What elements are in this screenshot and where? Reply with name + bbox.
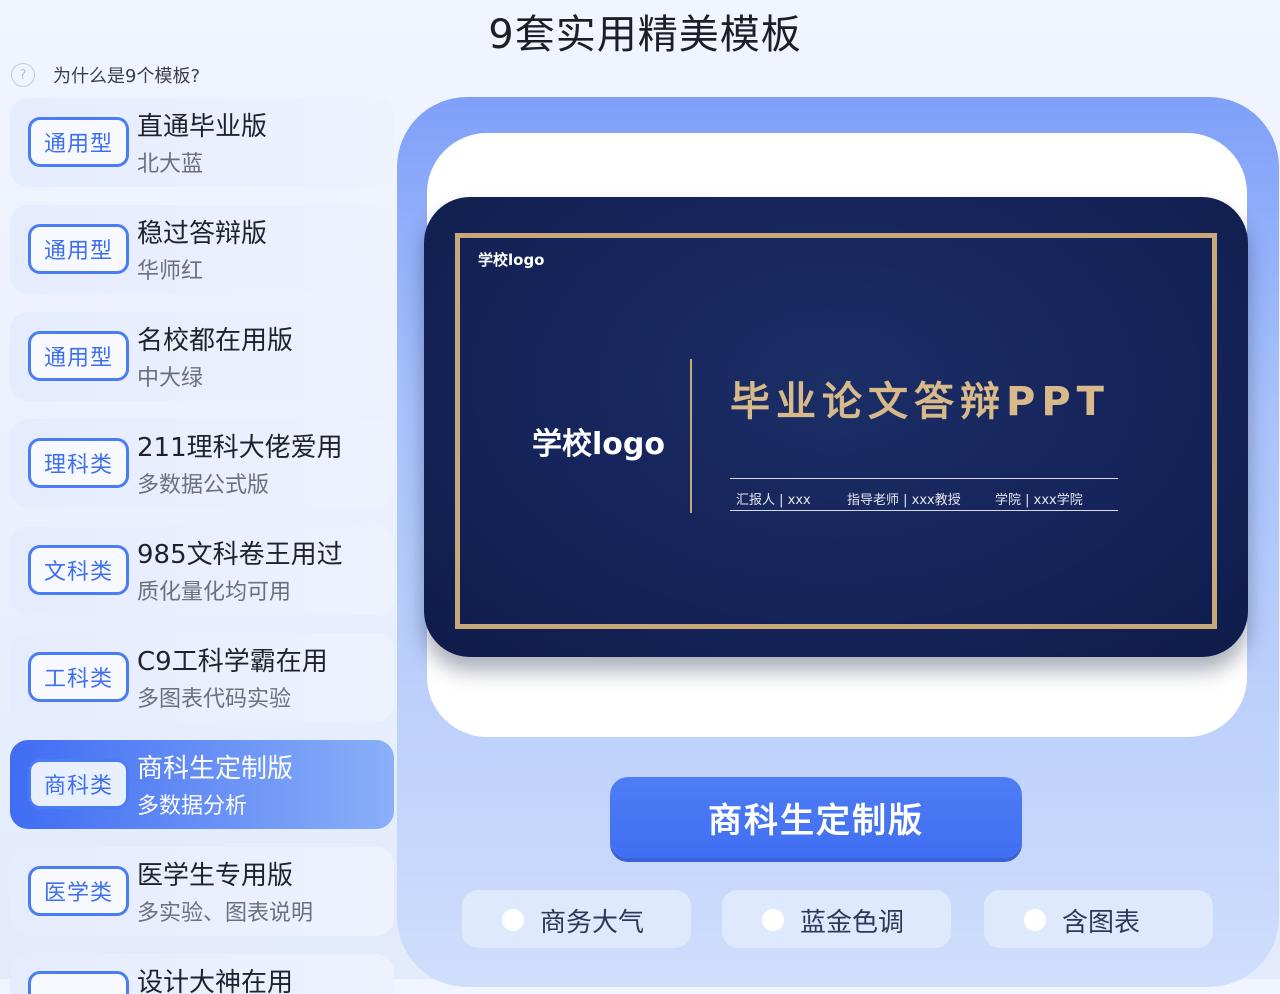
template-subtitle: 多图表代码实验: [137, 687, 292, 712]
feature-label: 含图表: [1062, 908, 1141, 938]
slide-meta-advisor: 指导老师 | xxx教授: [847, 493, 961, 508]
preview-panel: 学校logo 学校logo 毕业论文答辩PPT 汇报人 | xxx 指导老师 |…: [397, 97, 1279, 987]
template-subtitle: 多实验、图表说明: [137, 901, 314, 926]
template-title: 直通毕业版: [137, 112, 268, 142]
bullet-dot-icon: [762, 909, 784, 931]
bullet-dot-icon: [1024, 909, 1046, 931]
template-subtitle: 多数据公式版: [137, 473, 270, 498]
template-card[interactable]: 通用型 直通毕业版 北大蓝: [10, 98, 394, 187]
category-tag: 通用型: [28, 117, 129, 167]
template-card[interactable]: 通用型 名校都在用版 中大绿: [10, 312, 394, 401]
template-subtitle: 华师红: [137, 259, 204, 284]
template-title: 设计大神在用: [137, 968, 294, 994]
template-subtitle: 质化量化均可用: [137, 580, 292, 605]
category-tag: 通用型: [28, 331, 129, 381]
template-subtitle: 多数据分析: [137, 794, 248, 819]
template-subtitle: 北大蓝: [137, 152, 204, 177]
template-card[interactable]: 理科类 211理科大佬爱用 多数据公式版: [10, 419, 394, 508]
selected-template-button[interactable]: 商科生定制版: [610, 777, 1022, 858]
slide-logo-big: 学校logo: [532, 427, 665, 462]
template-title: C9工科学霸在用: [137, 647, 328, 677]
help-circle-icon: ?: [11, 63, 35, 87]
slide-logo-small: 学校logo: [478, 251, 545, 269]
feature-label: 蓝金色调: [800, 908, 905, 938]
category-tag: 商科类: [28, 759, 129, 809]
preview-frame: 学校logo 学校logo 毕业论文答辩PPT 汇报人 | xxx 指导老师 |…: [424, 133, 1248, 737]
why-label: 为什么是9个模板?: [53, 66, 201, 87]
template-title: 211理科大佬爱用: [137, 433, 343, 463]
slide-rule-top: [730, 478, 1118, 479]
template-title: 商科生定制版: [137, 754, 294, 784]
template-title: 名校都在用版: [137, 326, 294, 356]
why-nine-templates-link[interactable]: ? 为什么是9个模板?: [11, 61, 200, 89]
slide-preview: 学校logo 学校logo 毕业论文答辩PPT 汇报人 | xxx 指导老师 |…: [424, 197, 1248, 657]
slide-meta-college: 学院 | xxx学院: [995, 493, 1083, 508]
feature-label: 商务大气: [540, 908, 645, 938]
template-title: 医学生专用版: [137, 861, 294, 891]
slide-title: 毕业论文答辩PPT: [730, 379, 1110, 425]
feature-chip: 商务大气: [462, 890, 691, 948]
template-title: 985文科卷王用过: [137, 540, 343, 570]
slide-divider: [690, 359, 692, 513]
page-title: 9套实用精美模板: [488, 12, 802, 58]
feature-chip: 含图表: [984, 890, 1213, 948]
template-card-selected[interactable]: 商科类 商科生定制版 多数据分析: [10, 740, 394, 829]
template-card[interactable]: 设计大神在用: [10, 954, 394, 994]
category-tag: 工科类: [28, 652, 129, 702]
category-tag: [28, 971, 129, 994]
category-tag: 理科类: [28, 438, 129, 488]
template-title: 稳过答辩版: [137, 219, 268, 249]
template-card[interactable]: 文科类 985文科卷王用过 质化量化均可用: [10, 526, 394, 615]
template-card[interactable]: 工科类 C9工科学霸在用 多图表代码实验: [10, 633, 394, 722]
feature-chip: 蓝金色调: [722, 890, 951, 948]
bullet-dot-icon: [502, 909, 524, 931]
template-subtitle: 中大绿: [137, 366, 204, 391]
category-tag: 通用型: [28, 224, 129, 274]
category-tag: 医学类: [28, 866, 129, 916]
slide-meta-presenter: 汇报人 | xxx: [736, 493, 811, 508]
category-tag: 文科类: [28, 545, 129, 595]
template-card[interactable]: 通用型 稳过答辩版 华师红: [10, 205, 394, 294]
slide-rule-bottom: [730, 510, 1118, 511]
template-card[interactable]: 医学类 医学生专用版 多实验、图表说明: [10, 847, 394, 936]
